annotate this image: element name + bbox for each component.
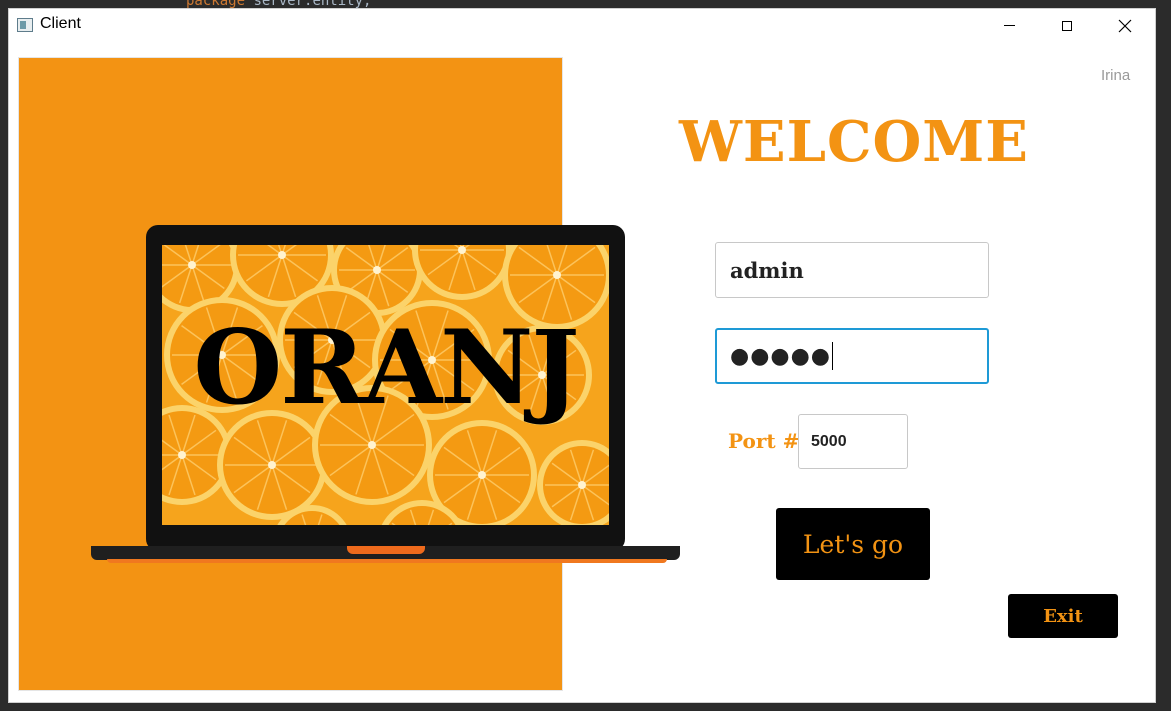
laptop-base-shadow xyxy=(107,559,667,563)
maximize-icon xyxy=(1062,20,1072,31)
welcome-heading: WELCOME xyxy=(679,109,1029,175)
port-value: 5000 xyxy=(811,432,847,450)
port-input[interactable]: 5000 xyxy=(798,414,908,469)
brand-logo-text: ORANJ xyxy=(193,308,579,428)
username-value: admin xyxy=(730,257,804,283)
text-caret xyxy=(831,342,833,370)
close-icon xyxy=(1118,19,1132,32)
exit-button[interactable]: Exit xyxy=(1008,594,1118,638)
laptop-illustration: ORANJ xyxy=(146,225,625,551)
client-window: Client ORANJ Irina WELCOME admin ●●●●● P… xyxy=(8,8,1156,703)
minimize-button[interactable] xyxy=(980,9,1038,42)
app-icon xyxy=(17,18,33,32)
user-name: Irina xyxy=(1101,67,1131,84)
laptop-notch xyxy=(347,546,425,554)
close-button[interactable] xyxy=(1096,9,1154,42)
password-mask: ●●●●● xyxy=(730,343,831,369)
maximize-button[interactable] xyxy=(1038,9,1096,42)
lets-go-button[interactable]: Let's go xyxy=(776,508,930,580)
username-input[interactable]: admin xyxy=(715,242,989,298)
password-input[interactable]: ●●●●● xyxy=(715,328,989,384)
title-bar[interactable]: Client xyxy=(9,9,1155,42)
laptop-display: ORANJ xyxy=(162,245,609,525)
port-label: Port # xyxy=(728,429,800,453)
window-title: Client xyxy=(40,15,81,32)
minimize-icon xyxy=(1003,25,1015,26)
